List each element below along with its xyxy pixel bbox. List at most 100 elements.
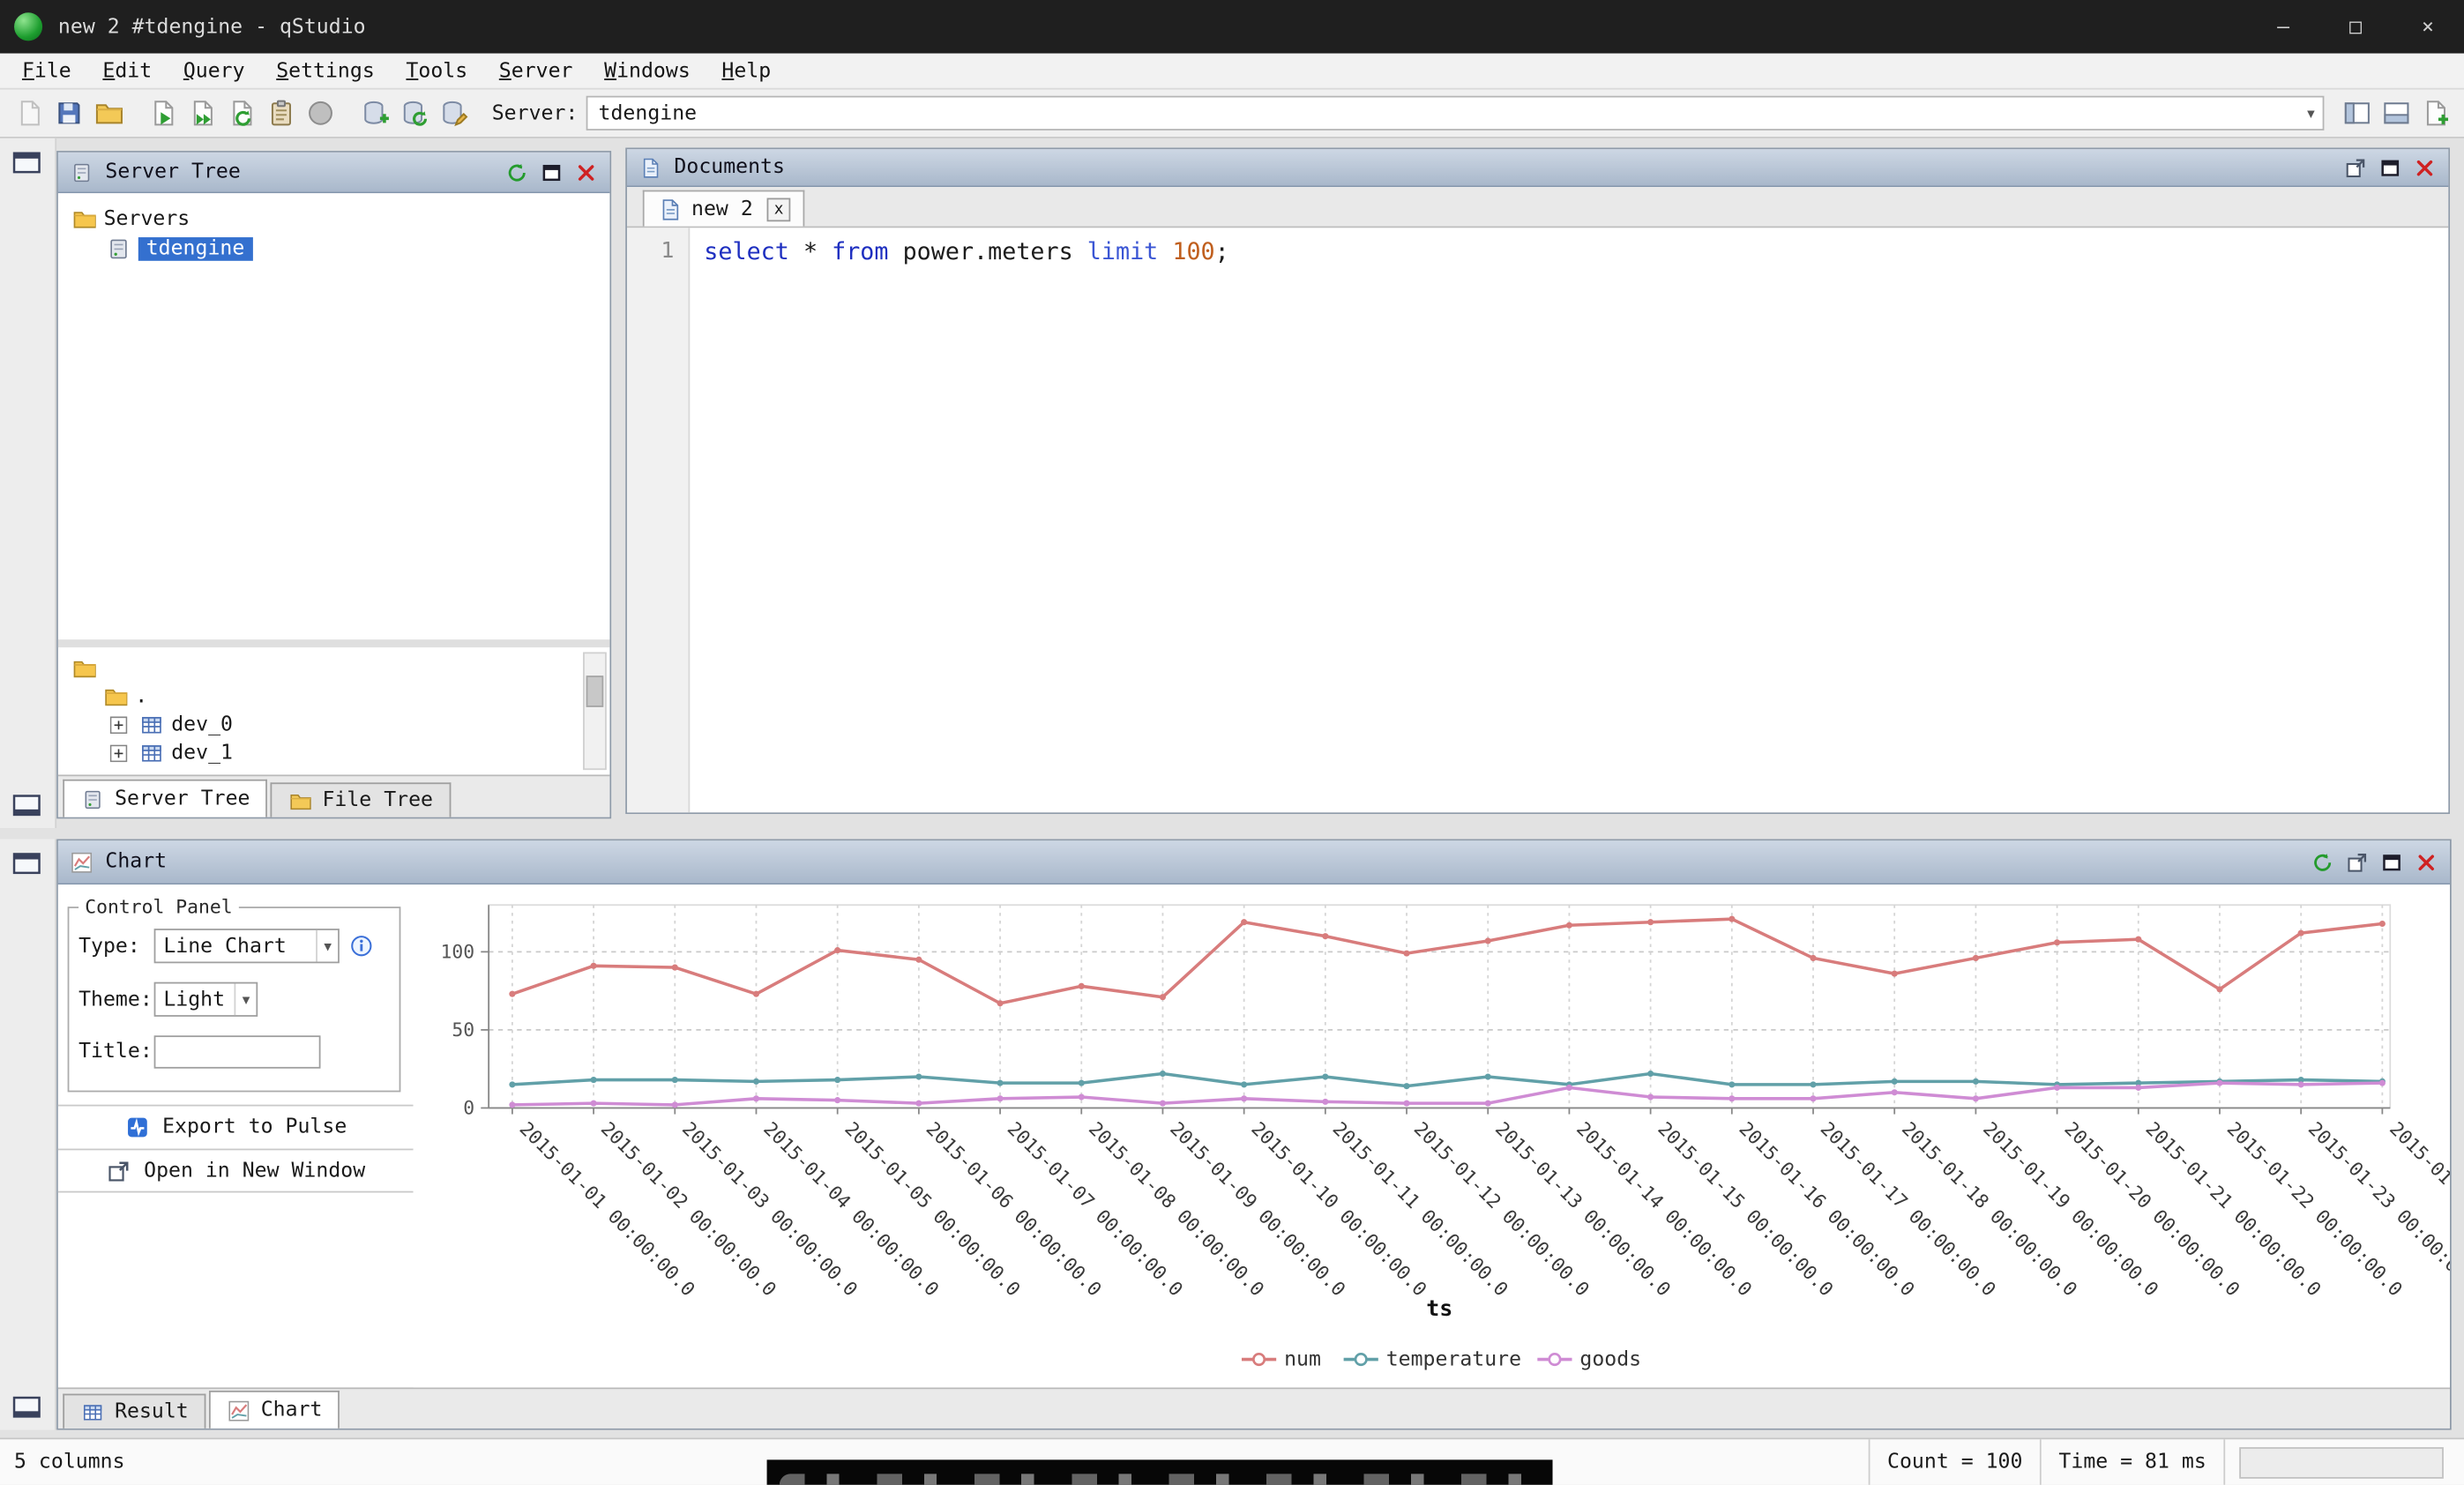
button-label: Export to Pulse bbox=[162, 1116, 347, 1139]
chevron-down-icon: ▼ bbox=[2299, 106, 2322, 120]
toggle-panel-icon[interactable] bbox=[2337, 94, 2377, 132]
svg-text:2015-01-13 00:00:00.0: 2015-01-13 00:00:00.0 bbox=[1490, 1118, 1675, 1301]
menu-item-edit[interactable]: Edit bbox=[87, 56, 168, 86]
chart-control-panel: Control Panel Type: Line Chart ▼ Theme: … bbox=[58, 884, 414, 1387]
sql-editor[interactable]: 1 select * from power.meters limit 100; bbox=[627, 228, 2448, 812]
run-query-icon[interactable] bbox=[143, 94, 183, 132]
save-icon[interactable] bbox=[49, 94, 88, 132]
tab-result[interactable]: Result bbox=[63, 1394, 205, 1429]
run-selection-icon[interactable] bbox=[183, 94, 222, 132]
chart-panel: Chart Control Panel Type: Line Chart ▼ bbox=[56, 840, 2452, 1430]
tree-node-label: dev_1 bbox=[171, 741, 233, 765]
close-button[interactable]: × bbox=[2392, 0, 2464, 54]
tree-node-dev0[interactable]: dev_0 bbox=[58, 710, 609, 738]
chart-canvas[interactable]: 0501002015-01-01 00:00:00.02015-01-02 00… bbox=[414, 884, 2450, 1387]
scrollbar[interactable] bbox=[583, 652, 607, 770]
server-tree-header: Server Tree bbox=[58, 153, 609, 193]
svg-text:2015-01-21 00:00:00.0: 2015-01-21 00:00:00.0 bbox=[2141, 1118, 2326, 1301]
server-selector[interactable]: tdengine ▼ bbox=[586, 96, 2324, 131]
add-server-icon[interactable] bbox=[355, 94, 395, 132]
theme-label: Theme: bbox=[78, 988, 154, 1011]
open-in-new-window-button[interactable]: Open in New Window bbox=[58, 1149, 414, 1193]
tree-node-dev1[interactable]: dev_1 bbox=[58, 738, 609, 766]
refresh-server-icon[interactable] bbox=[394, 94, 434, 132]
info-icon[interactable] bbox=[349, 933, 375, 959]
table-tree: . dev_0 dev_1 bbox=[58, 639, 609, 774]
dock-strip-upper bbox=[0, 138, 56, 828]
close-tab-button[interactable]: x bbox=[767, 198, 791, 221]
toolbar: Server: tdengine ▼ bbox=[0, 90, 2464, 138]
refresh-icon[interactable] bbox=[2310, 849, 2335, 875]
tree-node-root-folder[interactable] bbox=[58, 653, 609, 682]
svg-text:2015-01-01 00:00:00.0: 2015-01-01 00:00:00.0 bbox=[515, 1118, 699, 1301]
expand-icon[interactable] bbox=[105, 740, 131, 765]
maximize-button[interactable]: □ bbox=[2319, 0, 2392, 54]
menu-item-help[interactable]: Help bbox=[706, 56, 787, 86]
copy-icon[interactable] bbox=[261, 94, 301, 132]
line-chart: 0501002015-01-01 00:00:00.02015-01-02 00… bbox=[414, 884, 2450, 1387]
folder-icon bbox=[102, 683, 128, 709]
tree-node-label: . bbox=[135, 684, 147, 708]
stop-query-icon[interactable] bbox=[300, 94, 340, 132]
chart-title-input[interactable] bbox=[154, 1035, 321, 1068]
screen: new 2 #tdengine - qStudio — □ × FileEdit… bbox=[0, 0, 2464, 1485]
expand-icon[interactable] bbox=[105, 712, 131, 737]
dock-strip-lower bbox=[0, 840, 56, 1430]
close-panel-icon[interactable] bbox=[2412, 155, 2438, 181]
menu-item-windows[interactable]: Windows bbox=[588, 56, 706, 86]
svg-text:2015-01-03 00:00:00.0: 2015-01-03 00:00:00.0 bbox=[677, 1118, 862, 1301]
tab-file-tree[interactable]: File Tree bbox=[271, 782, 451, 817]
refresh-query-icon[interactable] bbox=[221, 94, 261, 132]
menu-item-server[interactable]: Server bbox=[483, 56, 588, 86]
code-token: from bbox=[832, 237, 888, 265]
menu-item-file[interactable]: File bbox=[6, 56, 86, 86]
tab-server-tree[interactable]: Server Tree bbox=[63, 780, 267, 817]
svg-text:100: 100 bbox=[441, 941, 475, 963]
svg-text:2015-01-14 00:00:00.0: 2015-01-14 00:00:00.0 bbox=[1572, 1118, 1756, 1301]
minimize-button[interactable]: — bbox=[2247, 0, 2319, 54]
maximize-panel-icon[interactable] bbox=[2378, 155, 2403, 181]
export-to-pulse-button[interactable]: Export to Pulse bbox=[58, 1105, 414, 1149]
tree-node-dot[interactable]: . bbox=[58, 682, 609, 710]
maximize-panel-icon[interactable] bbox=[2379, 849, 2405, 875]
chart-theme-select[interactable]: Light ▼ bbox=[154, 982, 258, 1017]
refresh-icon[interactable] bbox=[504, 160, 530, 185]
tree-node-servers[interactable]: Servers bbox=[58, 205, 609, 235]
server-tree: Servers tdengine bbox=[58, 193, 609, 639]
tree-node-label: Servers bbox=[104, 207, 190, 231]
window-title: new 2 #tdengine - qStudio bbox=[58, 15, 366, 39]
dock-window-icon[interactable] bbox=[12, 852, 41, 876]
popout-icon[interactable] bbox=[2345, 849, 2371, 875]
menu-item-tools[interactable]: Tools bbox=[391, 56, 483, 86]
close-panel-icon[interactable] bbox=[2414, 849, 2439, 875]
menu-item-query[interactable]: Query bbox=[168, 56, 260, 86]
panel-title: Server Tree bbox=[105, 160, 240, 184]
tab-new-2[interactable]: new 2 x bbox=[643, 190, 805, 227]
close-panel-icon[interactable] bbox=[573, 160, 599, 185]
tab-chart[interactable]: Chart bbox=[209, 1391, 340, 1429]
maximize-panel-icon[interactable] bbox=[539, 160, 564, 185]
document-tabbar: new 2 x bbox=[627, 187, 2448, 228]
dock-window-icon[interactable] bbox=[12, 794, 41, 817]
svg-text:2015-01-06 00:00:00.0: 2015-01-06 00:00:00.0 bbox=[922, 1118, 1106, 1301]
tree-node-tdengine[interactable]: tdengine bbox=[58, 235, 609, 265]
open-file-icon[interactable] bbox=[88, 94, 128, 132]
edit-server-icon[interactable] bbox=[434, 94, 474, 132]
server-label: Server: bbox=[492, 101, 579, 125]
dock-window-icon[interactable] bbox=[12, 1395, 41, 1419]
add-document-icon[interactable] bbox=[2415, 94, 2455, 132]
svg-text:2015-01-04 00:00:00.0: 2015-01-04 00:00:00.0 bbox=[758, 1118, 943, 1301]
dock-window-icon[interactable] bbox=[12, 151, 41, 175]
toggle-console-icon[interactable] bbox=[2376, 94, 2415, 132]
menu-item-settings[interactable]: Settings bbox=[260, 56, 390, 86]
popout-icon[interactable] bbox=[2343, 155, 2369, 181]
code-token: power.meters bbox=[888, 237, 1086, 265]
svg-text:goods: goods bbox=[1579, 1348, 1641, 1371]
scrollbar-thumb[interactable] bbox=[586, 675, 604, 707]
documents-panel: Documents new 2 x 1 select * from power.… bbox=[625, 147, 2450, 814]
svg-text:2015-01-19 00:00:00.0: 2015-01-19 00:00:00.0 bbox=[1978, 1118, 2162, 1301]
tab-label: File Tree bbox=[322, 789, 433, 813]
code-line[interactable]: select * from power.meters limit 100; bbox=[690, 228, 1228, 812]
new-document-icon[interactable] bbox=[10, 94, 49, 132]
chart-type-select[interactable]: Line Chart ▼ bbox=[154, 929, 340, 963]
